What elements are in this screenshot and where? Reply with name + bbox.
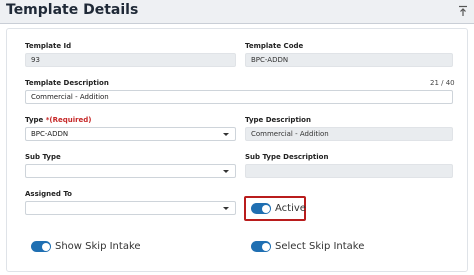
type-description-field: Commercial - Addition — [245, 127, 453, 141]
type-description-label: Type Description — [245, 116, 311, 124]
sub-type-select[interactable] — [25, 164, 236, 178]
chevron-down-icon — [223, 207, 229, 210]
type-select[interactable]: BPC-ADDN — [25, 127, 236, 141]
show-skip-intake-toggle[interactable]: Show Skip Intake — [31, 241, 141, 252]
assigned-to-select[interactable] — [25, 201, 236, 215]
sub-type-description-field — [245, 164, 453, 178]
collapse-up-icon[interactable] — [458, 5, 468, 17]
template-description-label: Template Description — [25, 79, 109, 87]
show-skip-intake-label: Show Skip Intake — [55, 241, 141, 252]
active-label: Active — [275, 203, 306, 214]
template-code-field: BPC-ADDN — [245, 53, 453, 67]
toggle-switch[interactable] — [251, 203, 271, 214]
assigned-to-label: Assigned To — [25, 190, 72, 198]
toggle-switch[interactable] — [31, 241, 51, 252]
active-toggle[interactable]: Active — [251, 203, 306, 214]
section-title: Template Details — [6, 2, 139, 18]
template-description-input[interactable]: Commercial - Addition — [25, 90, 453, 104]
chevron-down-icon — [223, 170, 229, 173]
template-id-label: Template Id — [25, 42, 72, 50]
type-label-text: Type — [25, 116, 44, 124]
toggle-knob — [41, 242, 50, 251]
select-skip-intake-label: Select Skip Intake — [275, 241, 365, 252]
sub-type-description-label: Sub Type Description — [245, 153, 329, 161]
template-code-label: Template Code — [245, 42, 304, 50]
chevron-down-icon — [223, 133, 229, 136]
sub-type-label: Sub Type — [25, 153, 61, 161]
character-counter: 21 / 40 — [430, 79, 455, 87]
toggle-switch[interactable] — [251, 241, 271, 252]
type-select-value: BPC-ADDN — [31, 130, 69, 138]
template-id-field: 93 — [25, 53, 236, 67]
required-marker: *(Required) — [45, 116, 92, 124]
type-label: Type *(Required) — [25, 116, 92, 124]
section-header: Template Details — [0, 0, 474, 24]
toggle-knob — [261, 204, 270, 213]
toggle-knob — [261, 242, 270, 251]
select-skip-intake-toggle[interactable]: Select Skip Intake — [251, 241, 364, 252]
